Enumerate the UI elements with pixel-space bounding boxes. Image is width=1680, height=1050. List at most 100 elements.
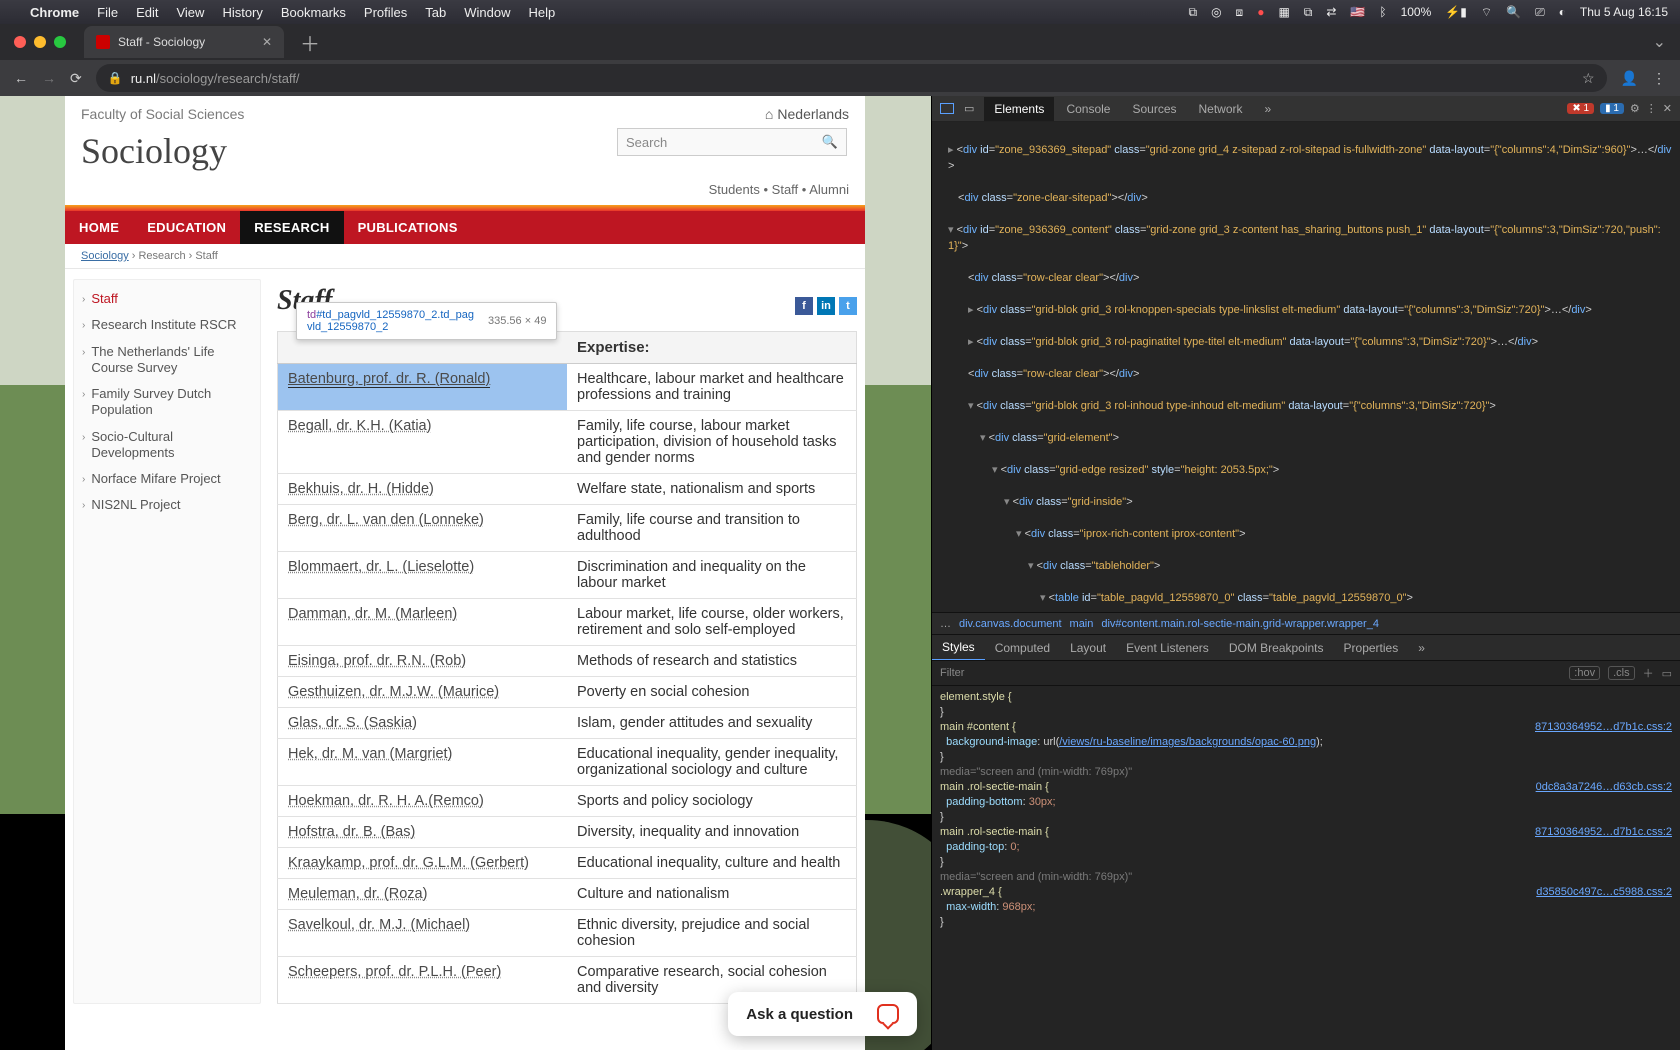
- clock[interactable]: Thu 5 Aug 16:15: [1580, 5, 1668, 19]
- back-button[interactable]: ←: [14, 70, 28, 86]
- sidebar-item[interactable]: ›Norface Mifare Project: [74, 466, 260, 492]
- staff-name-cell[interactable]: Scheepers, prof. dr. P.L.H. (Peer): [278, 957, 568, 1004]
- staff-name-cell[interactable]: Meuleman, dr. (Roza): [278, 879, 568, 910]
- stab-props[interactable]: Properties: [1334, 636, 1409, 660]
- stab-computed[interactable]: Computed: [985, 636, 1060, 660]
- tab-console[interactable]: Console: [1056, 97, 1120, 121]
- sidebar-item[interactable]: ›Research Institute RSCR: [74, 312, 260, 338]
- sidebar-item[interactable]: ›Family Survey Dutch Population: [74, 381, 260, 424]
- menu-file[interactable]: File: [97, 5, 118, 20]
- styles-pane[interactable]: element.style {}87130364952…d7b1c.css:2m…: [932, 686, 1680, 1050]
- kebab-menu-icon[interactable]: ⋮: [1652, 70, 1666, 87]
- control-center-icon[interactable]: ⎚: [1535, 5, 1545, 20]
- crumb-seg[interactable]: main: [1070, 618, 1094, 630]
- crumb-seg[interactable]: div#content.main.rol-sectie-main.grid-wr…: [1101, 618, 1379, 630]
- stab-layout[interactable]: Layout: [1060, 636, 1116, 660]
- sync-icon[interactable]: ⇄: [1326, 5, 1336, 19]
- siri-icon[interactable]: ◐: [1559, 5, 1566, 19]
- facebook-icon[interactable]: f: [795, 297, 813, 315]
- crumb-sociology[interactable]: Sociology: [81, 250, 129, 262]
- address-bar[interactable]: 🔒 ru.nl/sociology/research/staff/ ☆: [96, 64, 1607, 92]
- nav-education[interactable]: EDUCATION: [133, 211, 240, 244]
- dropbox-icon[interactable]: ⧈: [1236, 5, 1244, 20]
- lock-icon[interactable]: 🔒: [108, 71, 123, 85]
- close-tab-icon[interactable]: ✕: [262, 35, 272, 49]
- tabs-overflow-icon[interactable]: »: [1255, 97, 1282, 121]
- sidebar-item[interactable]: ›Staff: [74, 286, 260, 312]
- language-switch[interactable]: ⌂ Nederlands: [765, 106, 849, 122]
- cc-icon[interactable]: ◎: [1211, 5, 1221, 19]
- tab-overflow-icon[interactable]: ⌄: [1653, 32, 1680, 52]
- faculty-label[interactable]: Faculty of Social Sciences: [81, 106, 244, 122]
- stab-dombp[interactable]: DOM Breakpoints: [1219, 636, 1334, 660]
- chat-widget[interactable]: Ask a question: [728, 992, 917, 1036]
- sidebar-item[interactable]: ›NIS2NL Project: [74, 492, 260, 518]
- nav-research[interactable]: RESEARCH: [240, 211, 343, 244]
- crumb-seg[interactable]: …: [940, 618, 951, 630]
- issue-badge[interactable]: ▮ 1: [1600, 103, 1624, 114]
- staff-name-cell[interactable]: Blommaert, dr. L. (Lieselotte): [278, 552, 568, 599]
- menu-view[interactable]: View: [176, 5, 204, 20]
- close-devtools-icon[interactable]: ✕: [1663, 102, 1672, 115]
- new-tab-button[interactable]: ＋: [292, 28, 328, 57]
- menu-edit[interactable]: Edit: [136, 5, 158, 20]
- menu-profiles[interactable]: Profiles: [364, 5, 407, 20]
- close-window-button[interactable]: [14, 36, 26, 48]
- sidebar-item[interactable]: ›Socio-Cultural Developments: [74, 424, 260, 467]
- spotlight-icon[interactable]: 🔍: [1506, 5, 1521, 19]
- staff-name-cell[interactable]: Gesthuizen, dr. M.J.W. (Maurice): [278, 677, 568, 708]
- link-students[interactable]: Students: [709, 182, 760, 197]
- hov-toggle[interactable]: :hov: [1569, 666, 1600, 680]
- grid-icon[interactable]: ▦: [1278, 5, 1289, 19]
- error-badge[interactable]: ✖ 1: [1567, 103, 1594, 114]
- staff-name-cell[interactable]: Savelkoul, dr. M.J. (Michael): [278, 910, 568, 957]
- device-toggle-icon[interactable]: ▭: [964, 102, 974, 115]
- cls-toggle[interactable]: .cls: [1608, 666, 1635, 680]
- staff-name-cell[interactable]: Kraaykamp, prof. dr. G.L.M. (Gerbert): [278, 848, 568, 879]
- devtools-menu-icon[interactable]: ⋮: [1646, 102, 1657, 115]
- staff-name-cell[interactable]: Damman, dr. M. (Marleen): [278, 599, 568, 646]
- dom-tree[interactable]: ▸ <div id="zone_936369_sitepad" class="g…: [932, 122, 1680, 612]
- filter-input[interactable]: Filter: [940, 667, 964, 679]
- screenshare-icon[interactable]: ⧉: [1188, 5, 1197, 20]
- crumb-research[interactable]: Research: [138, 250, 185, 262]
- wifi-icon[interactable]: ⌔: [1481, 5, 1492, 20]
- staff-name-cell[interactable]: Hek, dr. M. van (Margriet): [278, 739, 568, 786]
- settings-icon[interactable]: ⚙: [1630, 102, 1640, 115]
- site-search[interactable]: Search 🔍: [617, 128, 847, 156]
- flag-icon[interactable]: 🇺🇸: [1350, 5, 1365, 19]
- tab-elements[interactable]: Elements: [984, 97, 1054, 121]
- minimize-window-button[interactable]: [34, 36, 46, 48]
- staff-name-cell[interactable]: Hofstra, dr. B. (Bas): [278, 817, 568, 848]
- stab-events[interactable]: Event Listeners: [1116, 636, 1219, 660]
- nav-home[interactable]: HOME: [65, 211, 133, 244]
- stab-styles[interactable]: Styles: [932, 635, 985, 661]
- menu-tab[interactable]: Tab: [425, 5, 446, 20]
- inspect-element-icon[interactable]: [940, 103, 954, 114]
- new-rule-icon[interactable]: ＋: [1643, 665, 1654, 681]
- profile-icon[interactable]: 👤: [1621, 70, 1638, 87]
- menu-help[interactable]: Help: [529, 5, 556, 20]
- link-alumni[interactable]: Alumni: [809, 182, 849, 197]
- staff-name-cell[interactable]: Bekhuis, dr. H. (Hidde): [278, 474, 568, 505]
- bluetooth-icon[interactable]: ᛒ: [1379, 5, 1386, 19]
- zoom-window-button[interactable]: [54, 36, 66, 48]
- record-icon[interactable]: ●: [1257, 5, 1264, 19]
- staff-name-cell[interactable]: Berg, dr. L. van den (Lonneke): [278, 505, 568, 552]
- nav-publications[interactable]: PUBLICATIONS: [344, 211, 472, 244]
- forward-button[interactable]: →: [42, 70, 56, 86]
- app-name[interactable]: Chrome: [30, 5, 79, 20]
- staff-name-cell[interactable]: Begall, dr. K.H. (Katia): [278, 411, 568, 474]
- window-icon[interactable]: ⧉: [1304, 5, 1313, 20]
- twitter-icon[interactable]: t: [839, 297, 857, 315]
- staff-name-cell[interactable]: Batenburg, prof. dr. R. (Ronald): [278, 364, 568, 411]
- tab-sources[interactable]: Sources: [1122, 97, 1186, 121]
- tab-network[interactable]: Network: [1189, 97, 1253, 121]
- staff-name-cell[interactable]: Glas, dr. S. (Saskia): [278, 708, 568, 739]
- stabs-overflow-icon[interactable]: »: [1408, 636, 1435, 660]
- dom-breadcrumb[interactable]: … div.canvas.document main div#content.m…: [932, 612, 1680, 634]
- sidebar-item[interactable]: ›The Netherlands' Life Course Survey: [74, 339, 260, 382]
- search-icon[interactable]: 🔍: [822, 134, 838, 150]
- reload-button[interactable]: ⟳: [70, 70, 82, 87]
- link-staff[interactable]: Staff: [772, 182, 799, 197]
